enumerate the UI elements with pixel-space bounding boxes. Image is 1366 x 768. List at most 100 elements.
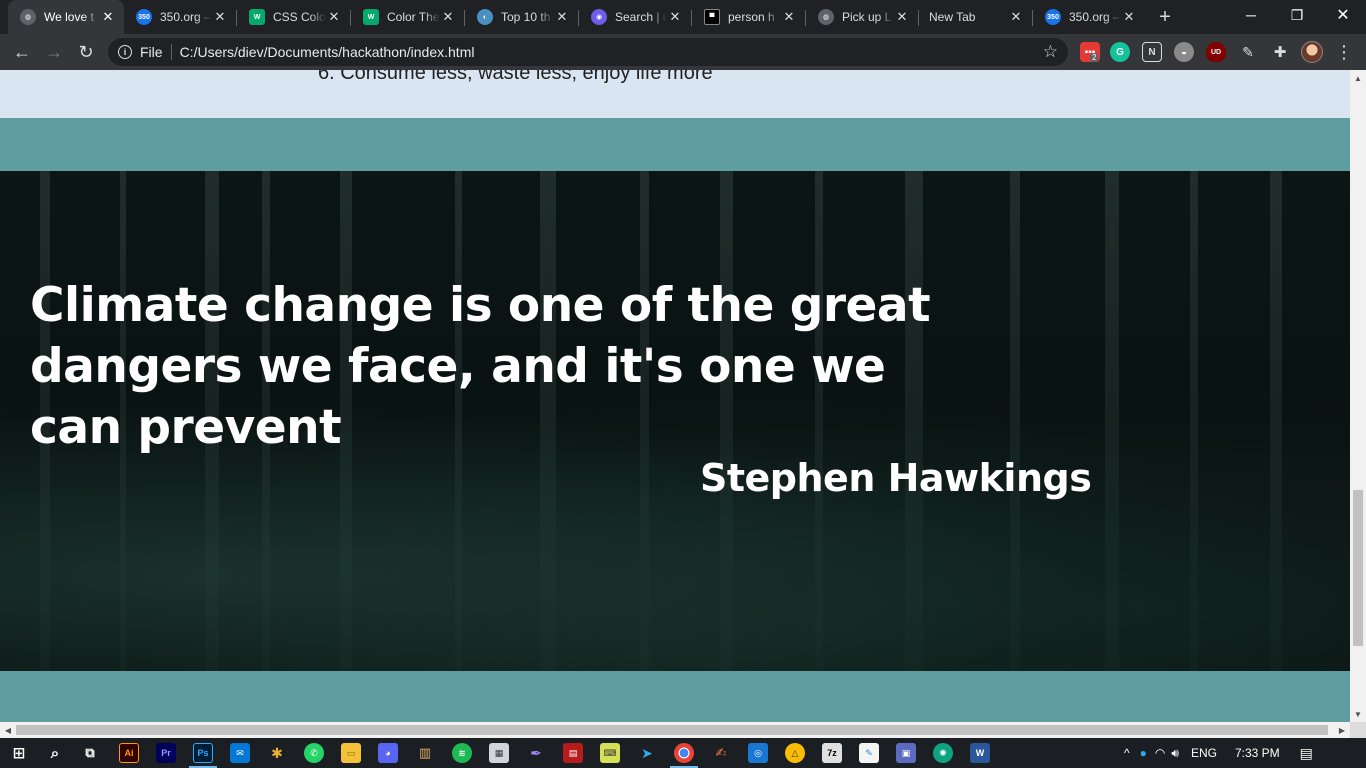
vertical-scrollbar[interactable]: ▲ ▼ xyxy=(1350,70,1366,722)
tab-strip: ◍ We love t ✕ 350 350.org – ✕ W CSS Colo… xyxy=(0,0,1366,34)
slack-icon[interactable]: ✱ xyxy=(267,743,287,763)
tab-search[interactable]: ◉ Search | u ✕ xyxy=(579,0,691,34)
ublock-icon[interactable]: UD xyxy=(1206,42,1226,62)
back-button[interactable]: ← xyxy=(8,38,36,66)
tab-title: New Tab xyxy=(929,10,976,24)
scrollbar-corner xyxy=(1350,722,1366,738)
vertical-scroll-thumb[interactable] xyxy=(1353,490,1363,646)
library-icon[interactable]: ▥ xyxy=(415,743,435,763)
close-tab-icon[interactable]: ✕ xyxy=(440,9,456,25)
tab-color-theory[interactable]: W Color The ✕ xyxy=(351,0,464,34)
browser-toolbar: ← → ↻ i File C:/Users/diev/Documents/hac… xyxy=(0,34,1366,70)
language-indicator[interactable]: ENG xyxy=(1191,746,1217,760)
file-explorer-icon[interactable]: ▭ xyxy=(341,743,361,763)
scroll-up-icon[interactable]: ▲ xyxy=(1350,70,1366,86)
tab-title: Top 10 th xyxy=(501,10,551,24)
new-tab-button[interactable]: + xyxy=(1153,5,1177,29)
tab-title: We love t xyxy=(44,10,94,24)
screenshot-icon[interactable]: ◎ xyxy=(748,743,768,763)
calculator-icon[interactable]: ▦ xyxy=(489,743,509,763)
scroll-right-icon[interactable]: ▶ xyxy=(1334,722,1350,738)
search-icon[interactable]: ⌕ xyxy=(45,743,65,763)
drive-icon[interactable]: △ xyxy=(785,743,805,763)
tab-person[interactable]: ▀ person h ✕ xyxy=(692,0,805,34)
close-tab-icon[interactable]: ✕ xyxy=(781,9,797,25)
feather-icon[interactable]: ✒ xyxy=(526,743,546,763)
planet-icon: ◐ xyxy=(477,9,493,25)
close-tab-icon[interactable]: ✕ xyxy=(554,9,570,25)
tab-title: 350.org – xyxy=(1069,10,1120,24)
close-tab-icon[interactable]: ✕ xyxy=(326,9,342,25)
tab-350-org[interactable]: 350 350.org – ✕ xyxy=(124,0,236,34)
horizontal-scrollbar[interactable]: ◀ ▶ xyxy=(0,722,1350,738)
address-bar[interactable]: i File C:/Users/diev/Documents/hackathon… xyxy=(108,38,1068,66)
forward-button[interactable]: → xyxy=(40,38,68,66)
close-tab-icon[interactable]: ✕ xyxy=(1008,9,1024,25)
discord-icon[interactable]: ◕ xyxy=(378,743,398,763)
scroll-left-icon[interactable]: ◀ xyxy=(0,722,16,738)
premiere-icon[interactable]: Pr xyxy=(156,743,176,763)
keyboard-app-icon[interactable]: ⌨ xyxy=(600,743,620,763)
clock[interactable]: 7:33 PM xyxy=(1235,746,1280,760)
tab-css-colors[interactable]: W CSS Colo ✕ xyxy=(237,0,350,34)
notifications-icon[interactable]: ▤ xyxy=(1300,745,1313,762)
reload-button[interactable]: ↻ xyxy=(72,38,100,66)
close-tab-icon[interactable]: ✕ xyxy=(894,9,910,25)
telegram-tray-icon[interactable]: ● xyxy=(1140,746,1147,760)
profile-avatar[interactable] xyxy=(1301,41,1323,63)
brush-icon[interactable]: ✍ xyxy=(711,743,731,763)
tab-new-tab[interactable]: New Tab ✕ xyxy=(919,0,1032,34)
restore-button[interactable]: ❐ xyxy=(1274,0,1320,30)
w3schools-icon: W xyxy=(249,9,265,25)
teal-footer-band xyxy=(0,671,1350,722)
tab-350-org-2[interactable]: 350 350.org – ✕ xyxy=(1033,0,1145,34)
photos-icon[interactable]: ▣ xyxy=(896,743,916,763)
7zip-icon[interactable]: 7z xyxy=(822,743,842,763)
windows-start-icon[interactable]: ⊞ xyxy=(9,743,29,763)
globe-icon: ◍ xyxy=(20,9,36,25)
close-tab-icon[interactable]: ✕ xyxy=(212,9,228,25)
tab-pick-up[interactable]: ◍ Pick up L ✕ xyxy=(806,0,918,34)
paint-icon[interactable]: ✎ xyxy=(859,743,879,763)
archive-icon[interactable]: ▤ xyxy=(563,743,583,763)
close-tab-icon[interactable]: ✕ xyxy=(100,9,116,25)
grammarly-icon[interactable]: G xyxy=(1110,42,1130,62)
bookmark-star-icon[interactable]: ☆ xyxy=(1043,42,1058,62)
notion-icon[interactable]: N xyxy=(1142,42,1162,62)
task-view-icon[interactable]: ⧉ xyxy=(80,743,100,763)
teal-divider-band xyxy=(0,118,1350,171)
volume-icon[interactable]: 🔊︎ xyxy=(1171,746,1179,761)
tab-we-love[interactable]: ◍ We love t ✕ xyxy=(8,0,124,34)
telegram-icon[interactable]: ➤ xyxy=(637,743,657,763)
close-tab-icon[interactable]: ✕ xyxy=(1121,9,1137,25)
cloud-extension-icon[interactable]: ◒ xyxy=(1174,42,1194,62)
info-icon[interactable]: i xyxy=(118,45,132,59)
wifi-icon[interactable]: ◠ xyxy=(1155,746,1165,760)
tab-title: Pick up L xyxy=(842,10,892,24)
350-logo-icon: 350 xyxy=(136,9,152,25)
chrome-menu-icon[interactable]: ⋮ xyxy=(1334,40,1354,64)
tip-list-item: 6. Consume less, waste less, enjoy life … xyxy=(318,70,713,84)
whatsapp-icon[interactable]: ✆ xyxy=(304,743,324,763)
url-text[interactable]: C:/Users/diev/Documents/hackathon/index.… xyxy=(180,44,475,60)
chrome-icon[interactable] xyxy=(674,743,694,763)
chatgpt-icon[interactable]: ✺ xyxy=(933,743,953,763)
tab-top-10[interactable]: ◐ Top 10 th ✕ xyxy=(465,0,578,34)
horizontal-scroll-thumb[interactable] xyxy=(16,725,1328,735)
word-icon[interactable]: W xyxy=(970,743,990,763)
search-site-icon: ◉ xyxy=(591,9,607,25)
close-tab-icon[interactable]: ✕ xyxy=(667,9,683,25)
close-window-button[interactable]: ✕ xyxy=(1320,0,1366,30)
w3schools-icon: W xyxy=(363,9,379,25)
minimize-button[interactable]: ─ xyxy=(1228,0,1274,30)
extensions-puzzle-icon[interactable]: ✚ xyxy=(1270,42,1290,62)
spotify-icon[interactable]: ≋ xyxy=(452,743,472,763)
mail-icon[interactable]: ✉ xyxy=(230,743,250,763)
illustrator-icon[interactable]: Ai xyxy=(119,743,139,763)
photoshop-icon[interactable]: Ps xyxy=(193,743,213,763)
chevron-up-icon[interactable]: ^ xyxy=(1124,746,1130,760)
eyedropper-icon[interactable]: ✎ xyxy=(1238,42,1258,62)
tab-title: person h xyxy=(728,10,775,24)
globe-icon: ◍ xyxy=(818,9,834,25)
scroll-down-icon[interactable]: ▼ xyxy=(1350,706,1366,722)
